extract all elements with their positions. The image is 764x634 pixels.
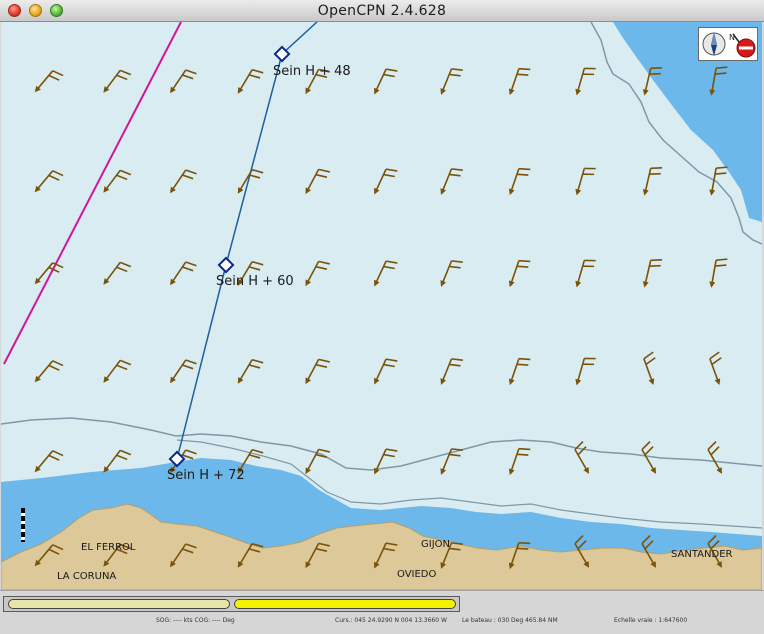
- wind-barb: [305, 168, 330, 195]
- wind-barb: [34, 262, 64, 285]
- wind-barb: [103, 359, 132, 383]
- wind-barb: [508, 447, 531, 476]
- place-name-gijon: GIJON: [421, 539, 450, 550]
- piano-key-chart-1[interactable]: [8, 599, 230, 609]
- wind-barb: [707, 440, 722, 474]
- compass-icon: N: [702, 32, 756, 58]
- wind-barb: [575, 357, 596, 386]
- wind-barb: [237, 68, 264, 94]
- waypoint-marker-60[interactable]: [217, 256, 235, 274]
- wind-barb: [305, 260, 330, 287]
- wind-barb: [642, 167, 663, 196]
- chart-piano-bar: [3, 596, 460, 612]
- wind-barb: [34, 360, 64, 383]
- window-title: OpenCPN 2.4.628: [317, 3, 447, 19]
- status-cursor-position: Curs.: 045 24.9290 N 004 13.3660 W: [335, 617, 447, 624]
- wind-barb: [574, 440, 589, 474]
- chart-drawing: [1, 22, 762, 590]
- wind-barb: [374, 260, 398, 287]
- wind-barb: [508, 357, 531, 386]
- wind-barb: [374, 68, 398, 95]
- wind-barb: [575, 167, 596, 196]
- status-bearing-distance: Le bateau : 030 Deg 465.84 NM: [462, 617, 558, 624]
- scale-bar: [21, 508, 25, 542]
- wind-barb: [103, 261, 132, 285]
- wind-barb: [103, 169, 132, 193]
- wind-barb: [103, 69, 132, 93]
- place-name-santander: SANTANDER: [671, 549, 733, 560]
- wind-barb: [170, 169, 197, 194]
- wind-barb: [643, 351, 656, 386]
- wind-barb: [374, 448, 398, 475]
- compass-widget[interactable]: N: [698, 27, 758, 61]
- route-point-label: Sein H + 48: [273, 64, 351, 79]
- wind-barb: [575, 67, 596, 96]
- track-line: [3, 22, 182, 365]
- wind-barb: [34, 70, 64, 93]
- wind-barb: [440, 168, 463, 195]
- wind-barb: [709, 166, 728, 196]
- place-name-la-coruna: LA CORUNA: [57, 571, 117, 582]
- wind-barb: [709, 258, 728, 288]
- wind-barb: [34, 170, 64, 193]
- wind-barb: [508, 259, 531, 288]
- wind-barb: [374, 168, 398, 195]
- wind-barb: [440, 448, 463, 475]
- wind-barb: [170, 359, 197, 384]
- route-point-label: Sein H + 72: [167, 468, 245, 483]
- route-line: [176, 22, 318, 460]
- wind-barb: [440, 260, 463, 287]
- wind-barb: [508, 167, 531, 196]
- wind-barb: [440, 68, 463, 95]
- wind-barb: [34, 450, 64, 473]
- wind-barb: [642, 259, 663, 288]
- status-area: SOG: ---- kts COG: ---- Deg Curs.: 045 2…: [0, 590, 764, 634]
- status-sog-cog: SOG: ---- kts COG: ---- Deg: [156, 617, 235, 624]
- window-titlebar: OpenCPN 2.4.628: [0, 0, 764, 22]
- wind-barb: [305, 358, 330, 385]
- wind-barb: [237, 358, 264, 384]
- wind-barb: [575, 259, 596, 288]
- piano-key-chart-2-active[interactable]: [234, 599, 456, 609]
- wind-barb: [170, 69, 197, 94]
- route-point-label: Sein H + 60: [216, 274, 294, 289]
- wind-barb: [508, 67, 531, 96]
- wind-barb: [237, 168, 264, 194]
- chart-canvas[interactable]: Sein H + 48 Sein H + 60 Sein H + 72 EL F…: [1, 22, 762, 590]
- wind-barb: [170, 261, 197, 286]
- wind-barb: [709, 351, 722, 386]
- place-name-el-ferrol: EL FERROL: [81, 542, 136, 553]
- wind-barb: [374, 358, 398, 385]
- wind-barb: [440, 358, 463, 385]
- status-chart-scale: Echelle vraie : 1:647600: [614, 617, 688, 624]
- place-name-oviedo: OVIEDO: [397, 569, 437, 580]
